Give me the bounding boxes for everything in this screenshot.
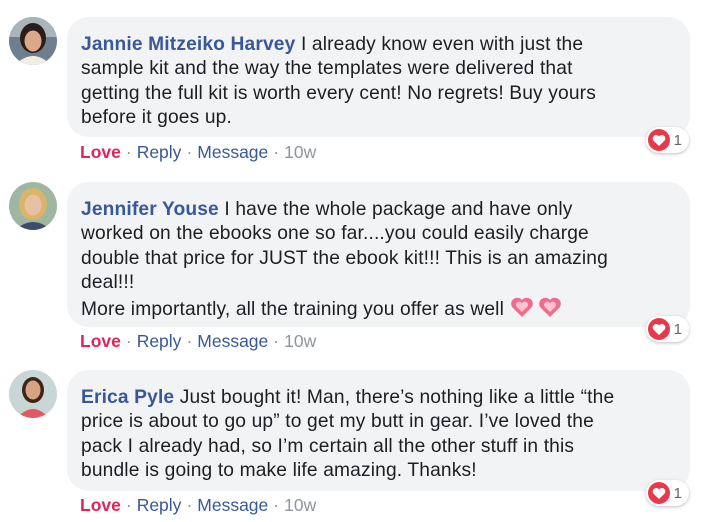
comment-text-line: double that price for JUST the ebook kit… (81, 247, 608, 269)
comment-text-line: getting the full kit is worth every cent… (81, 82, 596, 104)
comment-author[interactable]: Erica Pyle (81, 387, 174, 408)
love-reaction-icon (647, 482, 670, 504)
reaction-badge[interactable]: 1 (645, 480, 689, 506)
comment-author[interactable]: Jennifer Youse (81, 199, 219, 220)
comment-bubble: Erica Pyle Just bought it! Man, there’s … (67, 370, 690, 491)
comment-text-line: I already know even with just the (300, 34, 584, 55)
comment-text-line: Just bought it! Man, there’s nothing lik… (179, 387, 615, 408)
reaction-badge[interactable]: 1 (645, 127, 689, 153)
timestamp-link[interactable]: 10w (284, 142, 316, 162)
comment-text-line: before it goes up. (81, 107, 232, 129)
reaction-count: 1 (673, 131, 682, 149)
comment-actions: Love · Reply · Message · 10w (80, 331, 316, 352)
separator-dot: · (273, 331, 280, 351)
separator-dot: · (186, 495, 193, 515)
comment-text-line: bundle is going to make life amazing. Th… (81, 460, 477, 482)
sparkling-heart-icon (510, 296, 534, 325)
timestamp-link[interactable]: 10w (284, 331, 316, 351)
separator-dot: · (125, 495, 132, 515)
reply-link[interactable]: Reply (137, 495, 182, 515)
separator-dot: · (125, 331, 132, 351)
love-link[interactable]: Love (80, 142, 121, 162)
message-link[interactable]: Message (197, 495, 268, 515)
comment-bubble: Jannie Mitzeiko Harvey I already know ev… (67, 17, 690, 137)
comment-actions: Love · Reply · Message · 10w (80, 142, 316, 163)
love-reaction-icon (647, 129, 670, 151)
reply-link[interactable]: Reply (137, 142, 182, 162)
comment-text-line: I have the whole package and have only (224, 199, 573, 220)
comment-text-line: deal!!! (81, 272, 135, 294)
timestamp-link[interactable]: 10w (284, 495, 316, 515)
separator-dot: · (125, 142, 132, 162)
comment-bubble: Jennifer Youse I have the whole package … (67, 182, 690, 327)
love-reaction-icon (647, 318, 670, 340)
avatar[interactable] (9, 17, 57, 65)
reaction-count: 1 (673, 484, 682, 502)
separator-dot: · (273, 495, 280, 515)
comment-text-line: price is about to go up” to get my butt … (81, 411, 594, 433)
comment-text-line: More importantly, all the training you o… (81, 298, 505, 320)
love-link[interactable]: Love (80, 331, 121, 351)
comment-text-line: pack I already had, so I’m certain all t… (81, 435, 575, 457)
separator-dot: · (186, 142, 193, 162)
message-link[interactable]: Message (197, 331, 268, 351)
comment-author[interactable]: Jannie Mitzeiko Harvey (81, 34, 295, 55)
avatar[interactable] (9, 370, 57, 418)
sparkling-heart-icon (538, 296, 562, 325)
reply-link[interactable]: Reply (137, 331, 182, 351)
reaction-badge[interactable]: 1 (645, 316, 689, 342)
comment-text-line: sample kit and the way the templates wer… (81, 58, 573, 80)
comment-actions: Love · Reply · Message · 10w (80, 495, 316, 516)
avatar[interactable] (9, 182, 57, 230)
love-link[interactable]: Love (80, 495, 121, 515)
message-link[interactable]: Message (197, 142, 268, 162)
comment-text-line: worked on the ebooks one so far....you c… (81, 223, 589, 245)
separator-dot: · (186, 331, 193, 351)
reaction-count: 1 (673, 320, 682, 338)
separator-dot: · (273, 142, 280, 162)
